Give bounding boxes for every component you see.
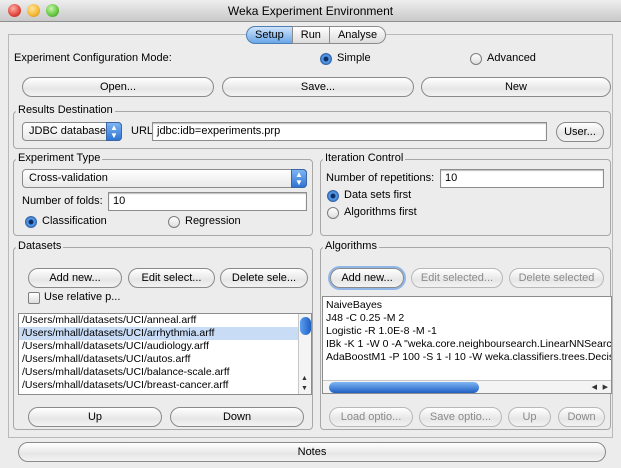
- datasets-up-button[interactable]: Up: [28, 407, 162, 427]
- scroll-down-icon[interactable]: ▼: [301, 385, 308, 392]
- datasets-down-button[interactable]: Down: [170, 407, 304, 427]
- advanced-radio[interactable]: [470, 53, 482, 65]
- classification-radio[interactable]: [25, 216, 37, 228]
- repetitions-input[interactable]: 10: [440, 169, 604, 188]
- algorithms-add-new-button[interactable]: Add new...: [330, 268, 404, 288]
- scroll-left-icon[interactable]: ◀: [592, 383, 597, 391]
- datasets-first-label[interactable]: Data sets first: [344, 189, 411, 201]
- algorithms-down-button[interactable]: Down: [558, 407, 605, 427]
- tab-bar: Setup Run Analyse: [246, 26, 387, 44]
- tab-setup[interactable]: Setup: [246, 26, 293, 44]
- use-relative-paths-label[interactable]: Use relative p...: [44, 291, 120, 303]
- algorithms-delete-selected-button[interactable]: Delete selected: [509, 268, 604, 288]
- destination-type-select[interactable]: JDBC database ▲ ▼: [22, 122, 122, 141]
- list-item[interactable]: /Users/mhall/datasets/UCI/arrhythmia.arf…: [19, 327, 311, 340]
- open-button[interactable]: Open...: [22, 77, 214, 97]
- list-item[interactable]: Logistic -R 1.0E-8 -M -1: [323, 325, 611, 338]
- list-item[interactable]: /Users/mhall/datasets/UCI/audiology.arff: [19, 340, 311, 353]
- results-destination-title: Results Destination: [16, 104, 115, 116]
- experiment-type-select[interactable]: Cross-validation ▲ ▼: [22, 169, 307, 188]
- experiment-type-title: Experiment Type: [16, 152, 103, 164]
- scroll-up-icon[interactable]: ▲: [301, 375, 308, 382]
- algorithms-list-items: NaiveBayes J48 -C 0.25 -M 2 Logistic -R …: [323, 297, 611, 364]
- tab-run[interactable]: Run: [291, 26, 330, 44]
- algorithms-horizontal-scrollbar[interactable]: ◀ ▶: [323, 380, 611, 393]
- list-item[interactable]: /Users/mhall/datasets/UCI/balance-scale.…: [19, 366, 311, 379]
- popup-arrows-icon: ▲ ▼: [106, 122, 122, 141]
- simple-radio[interactable]: [320, 53, 332, 65]
- scroll-right-icon[interactable]: ▶: [603, 383, 608, 391]
- simple-radio-label[interactable]: Simple: [337, 52, 371, 64]
- experiment-type-value: Cross-validation: [29, 172, 108, 184]
- title-bar: Weka Experiment Environment: [0, 0, 621, 22]
- datasets-list[interactable]: /Users/mhall/datasets/UCI/anneal.arff /U…: [18, 313, 312, 395]
- save-options-button[interactable]: Save optio...: [419, 407, 502, 427]
- scroll-thumb[interactable]: [329, 382, 479, 393]
- tab-analyse[interactable]: Analyse: [328, 26, 387, 44]
- algorithms-first-label[interactable]: Algorithms first: [344, 206, 417, 218]
- advanced-radio-label[interactable]: Advanced: [487, 52, 536, 64]
- list-item[interactable]: /Users/mhall/datasets/UCI/breast-cancer.…: [19, 379, 311, 392]
- datasets-edit-selected-button[interactable]: Edit select...: [128, 268, 215, 288]
- list-item[interactable]: AdaBoostM1 -P 100 -S 1 -I 10 -W weka.cla…: [323, 351, 611, 364]
- list-item[interactable]: /Users/mhall/datasets/UCI/autos.arff: [19, 353, 311, 366]
- algorithms-first-radio[interactable]: [327, 207, 339, 219]
- datasets-title: Datasets: [16, 240, 64, 252]
- use-relative-paths-checkbox[interactable]: [28, 292, 40, 304]
- load-options-button[interactable]: Load optio...: [329, 407, 413, 427]
- regression-radio[interactable]: [168, 216, 180, 228]
- regression-radio-label[interactable]: Regression: [185, 215, 241, 227]
- datasets-add-new-button[interactable]: Add new...: [28, 268, 122, 288]
- algorithms-edit-selected-button[interactable]: Edit selected...: [411, 268, 503, 288]
- url-input[interactable]: jdbc:idb=experiments.prp: [152, 122, 547, 141]
- list-item[interactable]: IBk -K 1 -W 0 -A "weka.core.neighboursea…: [323, 338, 611, 351]
- datasets-delete-selected-button[interactable]: Delete sele...: [220, 268, 308, 288]
- folds-input[interactable]: 10: [108, 192, 307, 211]
- classification-radio-label[interactable]: Classification: [42, 215, 107, 227]
- new-button[interactable]: New: [421, 77, 611, 97]
- iteration-control-title: Iteration Control: [323, 152, 406, 164]
- algorithms-up-button[interactable]: Up: [508, 407, 551, 427]
- save-button[interactable]: Save...: [222, 77, 414, 97]
- weka-window: Weka Experiment Environment Setup Run An…: [0, 0, 621, 468]
- config-mode-label: Experiment Configuration Mode:: [14, 52, 172, 64]
- user-button[interactable]: User...: [556, 122, 604, 142]
- algorithms-list[interactable]: NaiveBayes J48 -C 0.25 -M 2 Logistic -R …: [322, 296, 612, 394]
- window-title: Weka Experiment Environment: [227, 4, 394, 18]
- notes-button[interactable]: Notes: [18, 442, 606, 462]
- repetitions-label: Number of repetitions:: [326, 172, 435, 184]
- list-item[interactable]: NaiveBayes: [323, 299, 611, 312]
- datasets-vertical-scrollbar[interactable]: ▲ ▼: [298, 314, 311, 394]
- destination-type-value: JDBC database: [29, 125, 107, 137]
- list-item[interactable]: J48 -C 0.25 -M 2: [323, 312, 611, 325]
- popup-arrows-icon: ▲ ▼: [291, 169, 307, 188]
- algorithms-title: Algorithms: [323, 240, 379, 252]
- list-item[interactable]: /Users/mhall/datasets/UCI/anneal.arff: [19, 314, 311, 327]
- scroll-thumb[interactable]: [300, 317, 311, 335]
- folds-label: Number of folds:: [22, 195, 103, 207]
- datasets-first-radio[interactable]: [327, 190, 339, 202]
